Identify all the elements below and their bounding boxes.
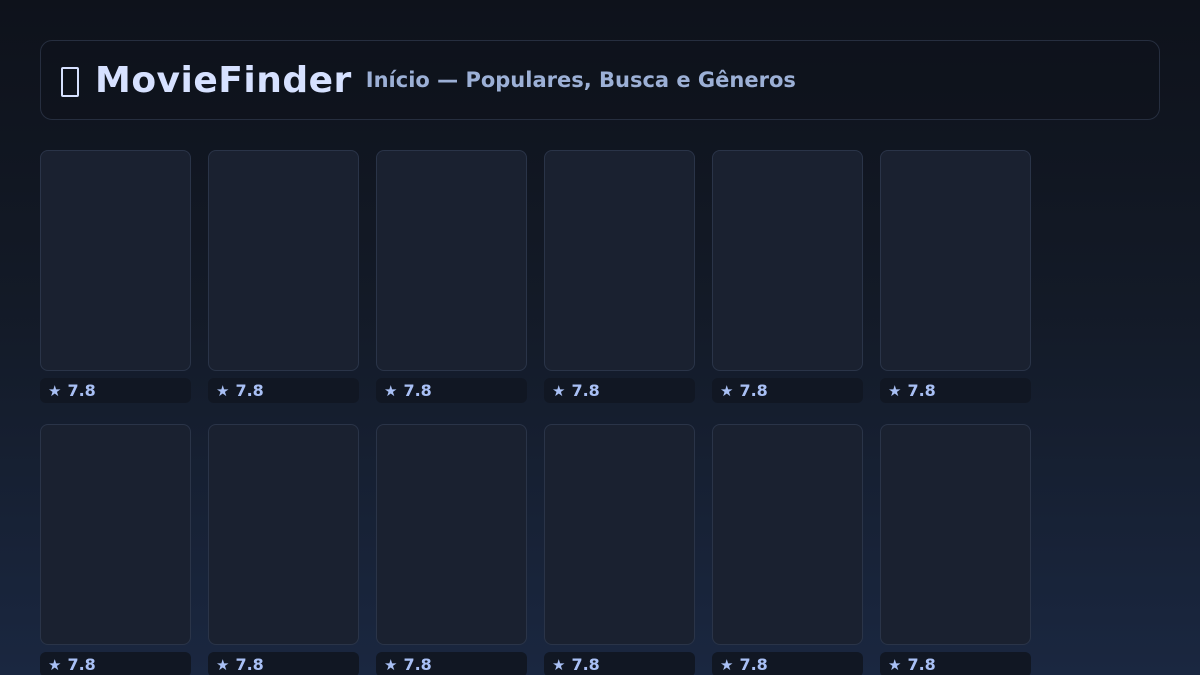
- rating-badge: ★ 7.8: [376, 652, 527, 675]
- rating-value: 7.8: [739, 655, 768, 674]
- page-subtitle: Início — Populares, Busca e Gêneros: [365, 68, 796, 92]
- movie-card[interactable]: ★ 7.8: [712, 424, 863, 675]
- star-icon: ★: [216, 381, 230, 400]
- movie-poster[interactable]: [544, 424, 695, 645]
- rating-value: 7.8: [235, 381, 264, 400]
- movie-poster[interactable]: [208, 424, 359, 645]
- rating-badge: ★ 7.8: [208, 652, 359, 675]
- star-icon: ★: [888, 381, 902, 400]
- star-icon: ★: [384, 655, 398, 674]
- star-icon: ★: [720, 381, 734, 400]
- movie-poster[interactable]: [712, 150, 863, 371]
- star-icon: ★: [48, 381, 62, 400]
- star-icon: ★: [48, 655, 62, 674]
- movie-card[interactable]: ★ 7.8: [40, 150, 191, 403]
- star-icon: ★: [216, 655, 230, 674]
- rating-value: 7.8: [67, 655, 96, 674]
- movie-poster[interactable]: [544, 150, 695, 371]
- movie-poster[interactable]: [376, 150, 527, 371]
- rating-value: 7.8: [403, 381, 432, 400]
- rating-badge: ★ 7.8: [376, 378, 527, 403]
- star-icon: ★: [552, 381, 566, 400]
- movie-card[interactable]: ★ 7.8: [208, 150, 359, 403]
- rating-badge: ★ 7.8: [880, 378, 1031, 403]
- star-icon: ★: [888, 655, 902, 674]
- rating-badge: ★ 7.8: [40, 652, 191, 675]
- missing-glyph-icon: [61, 67, 79, 97]
- rating-badge: ★ 7.8: [544, 652, 695, 675]
- rating-badge: ★ 7.8: [544, 378, 695, 403]
- movie-card[interactable]: ★ 7.8: [376, 424, 527, 675]
- star-icon: ★: [720, 655, 734, 674]
- movie-poster[interactable]: [208, 150, 359, 371]
- movie-card[interactable]: ★ 7.8: [544, 150, 695, 403]
- movie-card[interactable]: ★ 7.8: [40, 424, 191, 675]
- movie-poster[interactable]: [712, 424, 863, 645]
- movie-poster[interactable]: [880, 424, 1031, 645]
- movie-card[interactable]: ★ 7.8: [880, 150, 1031, 403]
- rating-badge: ★ 7.8: [208, 378, 359, 403]
- movie-grid: ★ 7.8 ★ 7.8 ★ 7.8 ★ 7.8 ★ 7.8 ★ 7.8 ★ 7.8 ★ 7.8 …: [40, 150, 1031, 675]
- movie-poster[interactable]: [40, 150, 191, 371]
- rating-value: 7.8: [739, 381, 768, 400]
- app-brand[interactable]: MovieFinder: [95, 60, 352, 101]
- movie-poster[interactable]: [880, 150, 1031, 371]
- rating-value: 7.8: [403, 655, 432, 674]
- movie-poster[interactable]: [376, 424, 527, 645]
- rating-value: 7.8: [235, 655, 264, 674]
- rating-value: 7.8: [571, 655, 600, 674]
- movie-card[interactable]: ★ 7.8: [880, 424, 1031, 675]
- rating-badge: ★ 7.8: [40, 378, 191, 403]
- rating-value: 7.8: [67, 381, 96, 400]
- movie-poster[interactable]: [40, 424, 191, 645]
- movie-card[interactable]: ★ 7.8: [544, 424, 695, 675]
- rating-value: 7.8: [571, 381, 600, 400]
- star-icon: ★: [384, 381, 398, 400]
- rating-badge: ★ 7.8: [712, 652, 863, 675]
- rating-value: 7.8: [907, 655, 936, 674]
- rating-value: 7.8: [907, 381, 936, 400]
- rating-badge: ★ 7.8: [880, 652, 1031, 675]
- movie-card[interactable]: ★ 7.8: [712, 150, 863, 403]
- movie-card[interactable]: ★ 7.8: [208, 424, 359, 675]
- movie-card[interactable]: ★ 7.8: [376, 150, 527, 403]
- app-header: MovieFinder Início — Populares, Busca e …: [40, 40, 1160, 120]
- star-icon: ★: [552, 655, 566, 674]
- rating-badge: ★ 7.8: [712, 378, 863, 403]
